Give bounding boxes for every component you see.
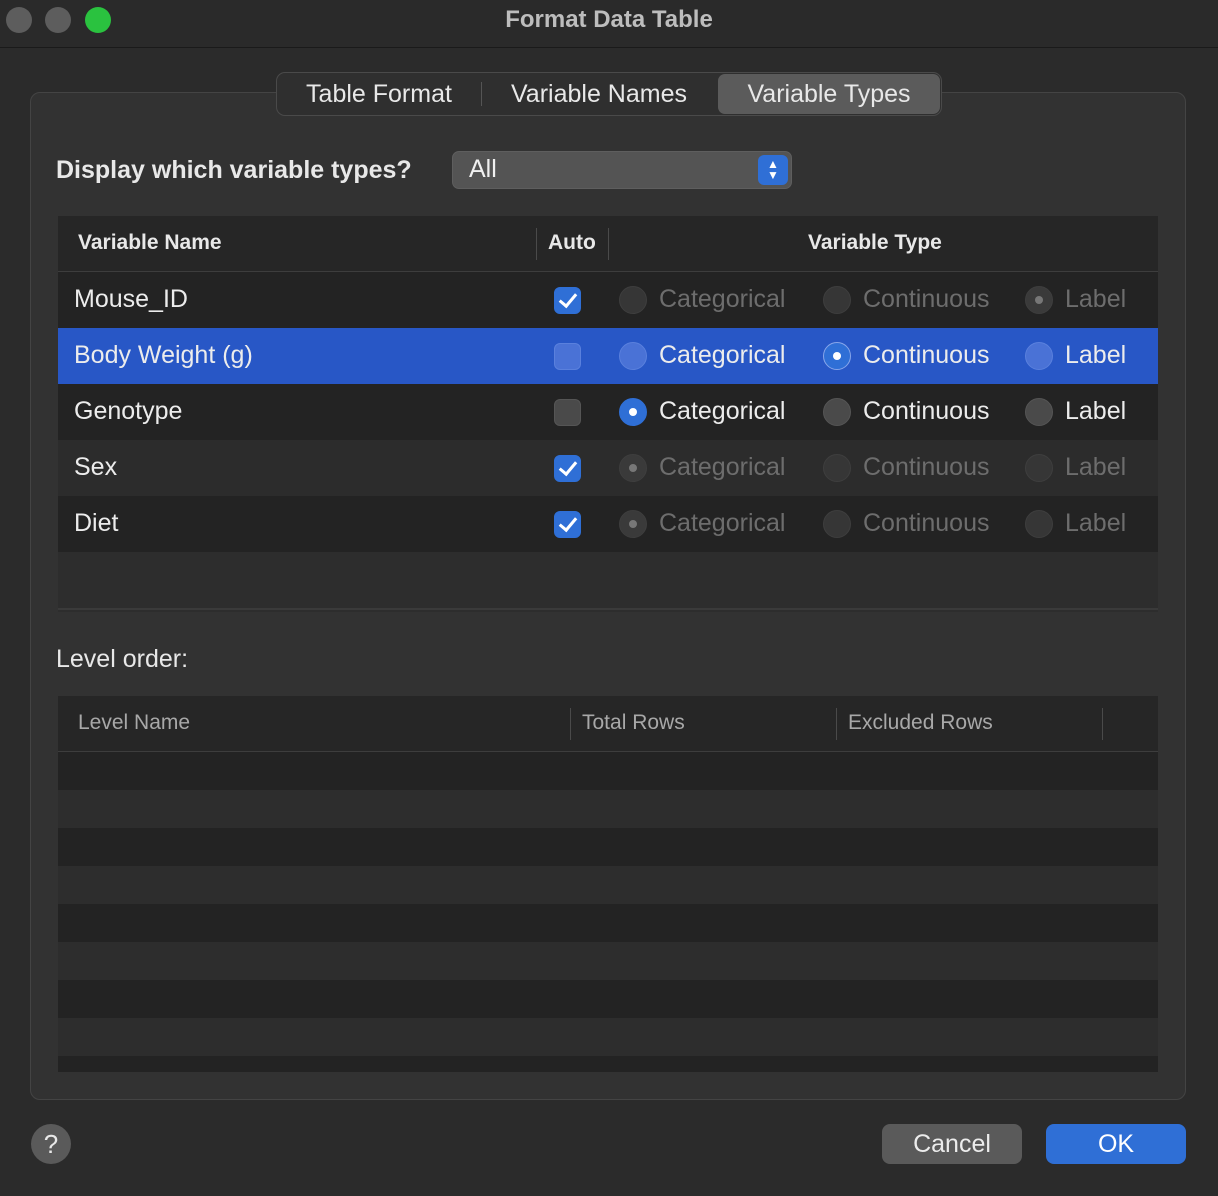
display-types-label: Display which variable types?: [56, 156, 412, 184]
table-row[interactable]: Body Weight (g) Categorical Continuous L…: [58, 328, 1158, 384]
variable-name: Body Weight (g): [74, 341, 253, 369]
radio-label-label: Label: [1065, 453, 1127, 481]
list-item: [58, 980, 1158, 1018]
radio-continuous[interactable]: [823, 454, 851, 482]
list-item: [58, 904, 1158, 942]
table-header: Variable Name Auto Variable Type: [58, 216, 1158, 272]
list-item: [58, 790, 1158, 828]
column-divider: [1102, 708, 1103, 740]
radio-label-label: Label: [1065, 509, 1127, 537]
radio-continuous[interactable]: [823, 286, 851, 314]
radio-categorical[interactable]: [619, 510, 647, 538]
radio-categorical[interactable]: [619, 342, 647, 370]
list-item: [58, 942, 1158, 980]
column-header-variable-type[interactable]: Variable Type: [808, 231, 942, 255]
ok-button[interactable]: OK: [1046, 1124, 1186, 1164]
radio-categorical[interactable]: [619, 454, 647, 482]
column-header-excluded-rows[interactable]: Excluded Rows: [848, 711, 993, 735]
table-bottom-border: [58, 608, 1158, 610]
radio-label-continuous: Continuous: [863, 341, 990, 369]
cancel-button[interactable]: Cancel: [882, 1124, 1022, 1164]
variable-name: Sex: [74, 453, 118, 481]
column-header-variable-name[interactable]: Variable Name: [78, 231, 222, 255]
table-row[interactable]: Mouse_ID Categorical Continuous Label: [58, 272, 1158, 328]
table-row[interactable]: Genotype Categorical Continuous Label: [58, 384, 1158, 440]
radio-label[interactable]: [1025, 454, 1053, 482]
variable-name: Diet: [74, 509, 119, 537]
radio-continuous[interactable]: [823, 398, 851, 426]
radio-label-categorical: Categorical: [659, 341, 786, 369]
variable-name: Mouse_ID: [74, 285, 188, 313]
table-row[interactable]: Sex Categorical Continuous Label: [58, 440, 1158, 496]
column-divider: [536, 228, 537, 260]
auto-checkbox[interactable]: [554, 343, 581, 370]
list-item: [58, 828, 1158, 866]
list-item: [58, 866, 1158, 904]
radio-label-categorical: Categorical: [659, 397, 786, 425]
radio-label[interactable]: [1025, 286, 1053, 314]
tab-table-format[interactable]: Table Format: [277, 74, 481, 114]
table-header: Level Name Total Rows Excluded Rows: [58, 696, 1158, 752]
column-header-auto[interactable]: Auto: [548, 231, 596, 255]
tab-variable-names[interactable]: Variable Names: [482, 74, 716, 114]
level-order-label: Level order:: [56, 645, 189, 673]
tab-variable-types[interactable]: Variable Types: [718, 74, 940, 114]
auto-checkbox[interactable]: [554, 511, 581, 538]
column-header-level-name[interactable]: Level Name: [78, 711, 190, 735]
empty-row: [58, 552, 1158, 608]
radio-categorical[interactable]: [619, 286, 647, 314]
variable-name: Genotype: [74, 397, 183, 425]
radio-label-continuous: Continuous: [863, 397, 990, 425]
radio-label-categorical: Categorical: [659, 285, 786, 313]
auto-checkbox[interactable]: [554, 287, 581, 314]
tab-bar: Table Format Variable Names Variable Typ…: [276, 72, 942, 116]
column-divider: [608, 228, 609, 260]
column-divider: [836, 708, 837, 740]
table-row[interactable]: Diet Categorical Continuous Label: [58, 496, 1158, 552]
radio-label[interactable]: [1025, 510, 1053, 538]
radio-label-label: Label: [1065, 341, 1127, 369]
help-button[interactable]: ?: [31, 1124, 71, 1164]
radio-categorical[interactable]: [619, 398, 647, 426]
radio-label-label: Label: [1065, 397, 1127, 425]
column-divider: [570, 708, 571, 740]
title-bar: Format Data Table: [0, 0, 1218, 48]
level-order-table: Level Name Total Rows Excluded Rows: [58, 696, 1158, 1072]
format-data-table-dialog: Format Data Table Table Format Variable …: [0, 0, 1218, 1196]
list-item: [58, 752, 1158, 790]
radio-continuous[interactable]: [823, 342, 851, 370]
list-item: [58, 1056, 1158, 1072]
list-item: [58, 1018, 1158, 1056]
column-header-total-rows[interactable]: Total Rows: [582, 711, 685, 735]
variable-types-table: Variable Name Auto Variable Type Mouse_I…: [58, 216, 1158, 612]
variable-types-select[interactable]: All ▲ ▼: [452, 151, 792, 189]
radio-label-categorical: Categorical: [659, 453, 786, 481]
radio-label-categorical: Categorical: [659, 509, 786, 537]
radio-label[interactable]: [1025, 398, 1053, 426]
radio-label[interactable]: [1025, 342, 1053, 370]
select-value: All: [469, 155, 497, 183]
radio-label-label: Label: [1065, 285, 1127, 313]
radio-label-continuous: Continuous: [863, 453, 990, 481]
auto-checkbox[interactable]: [554, 399, 581, 426]
radio-label-continuous: Continuous: [863, 509, 990, 537]
radio-label-continuous: Continuous: [863, 285, 990, 313]
auto-checkbox[interactable]: [554, 455, 581, 482]
chevron-up-down-icon: ▲ ▼: [758, 155, 788, 185]
window-title: Format Data Table: [505, 6, 713, 33]
radio-continuous[interactable]: [823, 510, 851, 538]
